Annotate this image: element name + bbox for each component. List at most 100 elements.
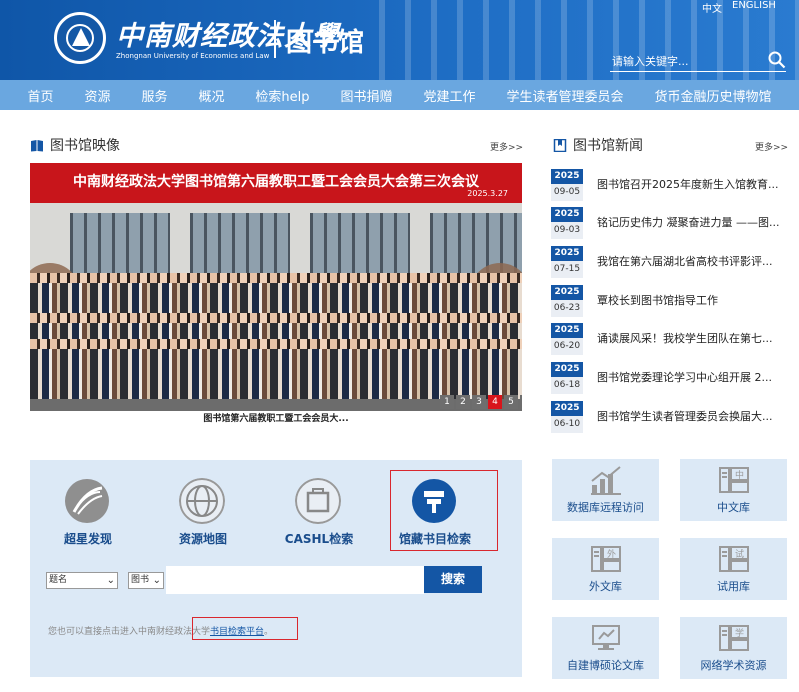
field-select-value: 题名 bbox=[49, 575, 68, 585]
thesis-database-tile[interactable]: 自建博硕论文库 bbox=[552, 617, 659, 679]
resource-map-tool[interactable]: 资源地图 bbox=[157, 478, 249, 548]
site-header: 中南财经政法大學 Zhongnan University of Economic… bbox=[0, 0, 799, 80]
academic-resources-tile[interactable]: 学 网络学术资源 bbox=[680, 617, 787, 679]
slide-caption[interactable]: 图书馆第六届教职工暨工会会员大... bbox=[30, 411, 522, 428]
catalog-search-button[interactable]: 搜索 bbox=[424, 566, 482, 593]
carousel-page-button[interactable]: 5 bbox=[504, 395, 518, 409]
bag-icon bbox=[295, 478, 341, 524]
news-item[interactable]: 2025 09-05 图书馆召开2025年度新生入馆教育... bbox=[551, 169, 791, 205]
tile-label: 外文库 bbox=[589, 580, 622, 593]
image-section-header: 图书馆映像 bbox=[30, 134, 120, 156]
news-date: 09-03 bbox=[551, 222, 583, 239]
news-item[interactable]: 2025 07-15 我馆在第六届湖北省高校书评影评... bbox=[551, 246, 791, 282]
trial-database-tile[interactable]: 试 试用库 bbox=[680, 538, 787, 600]
foreign-database-tile[interactable]: 外 外文库 bbox=[552, 538, 659, 600]
bookmark-icon bbox=[553, 138, 567, 152]
news-date: 06-10 bbox=[551, 416, 583, 433]
university-logo[interactable] bbox=[54, 12, 106, 64]
slide-group-row bbox=[30, 283, 522, 317]
carousel-page-button[interactable]: 6 bbox=[520, 395, 522, 409]
news-more-link[interactable]: 更多>> bbox=[755, 140, 788, 153]
nav-item-home[interactable]: 首页 bbox=[27, 86, 53, 105]
image-section-title: 图书馆映像 bbox=[50, 138, 120, 154]
tool-label: CASHL检索 bbox=[284, 532, 354, 546]
highlight-box bbox=[192, 617, 298, 640]
news-item[interactable]: 2025 06-23 覃校长到图书馆指导工作 bbox=[551, 285, 791, 321]
slide-window bbox=[310, 213, 410, 273]
photo-carousel[interactable]: 中南财经政法大学图书馆第六届教职工暨工会会员大会第三次会议 2025.3.27 … bbox=[30, 163, 522, 428]
catalog-search-input[interactable] bbox=[166, 566, 424, 594]
news-title[interactable]: 诵读展风采！我校学生团队在第七... bbox=[597, 330, 773, 346]
news-section-title: 图书馆新闻 bbox=[573, 138, 643, 154]
library-title[interactable]: 图书馆 bbox=[286, 22, 364, 59]
tile-glyph: 学 bbox=[735, 627, 744, 639]
news-year: 2025 bbox=[551, 246, 583, 261]
slide-group-row bbox=[30, 339, 522, 349]
nav-item-party-building[interactable]: 党建工作 bbox=[423, 86, 475, 105]
chinese-database-tile[interactable]: 中 中文库 bbox=[680, 459, 787, 521]
lang-chinese-link[interactable]: 中文 bbox=[702, 0, 722, 15]
search-icon[interactable] bbox=[768, 51, 786, 69]
news-date: 06-18 bbox=[551, 377, 583, 394]
news-title[interactable]: 覃校长到图书馆指导工作 bbox=[597, 292, 718, 308]
chevron-down-icon: ⌄ bbox=[152, 575, 161, 586]
slide-banner-date: 2025.3.27 bbox=[467, 189, 508, 198]
globe-icon bbox=[179, 478, 225, 524]
news-date: 09-05 bbox=[551, 184, 583, 201]
database-remote-access-tile[interactable]: 数据库远程访问 bbox=[552, 459, 659, 521]
hint-prefix: 您也可以直接点击进入中南财经政法大学 bbox=[48, 627, 211, 637]
news-date: 06-23 bbox=[551, 300, 583, 317]
type-select-value: 图书 bbox=[131, 575, 150, 585]
carousel-page-button[interactable]: 1 bbox=[440, 395, 454, 409]
news-title[interactable]: 图书馆学生读者管理委员会换届大... bbox=[597, 408, 773, 424]
cashl-search-tool[interactable]: CASHL检索 bbox=[273, 478, 365, 548]
type-select[interactable]: 图书 ⌄ bbox=[128, 572, 164, 589]
nav-item-currency-museum[interactable]: 货币金融历史博物馆 bbox=[654, 86, 771, 105]
field-select[interactable]: 题名 ⌄ bbox=[46, 572, 118, 589]
tile-glyph: 试 bbox=[735, 548, 744, 560]
slide-window bbox=[70, 213, 170, 273]
carousel-page-button-active[interactable]: 4 bbox=[488, 395, 502, 409]
main-nav: 首页 资源 服务 概况 检索help 图书捐赠 党建工作 学生读者管理委员会 货… bbox=[0, 80, 799, 110]
chaoxing-discovery-tool[interactable]: 超星发现 bbox=[42, 478, 134, 548]
nav-item-services[interactable]: 服务 bbox=[141, 86, 167, 105]
news-item[interactable]: 2025 06-10 图书馆学生读者管理委员会换届大... bbox=[551, 401, 791, 437]
slide-banner: 中南财经政法大学图书馆第六届教职工暨工会会员大会第三次会议 bbox=[30, 163, 522, 203]
news-item[interactable]: 2025 06-18 图书馆党委理论学习中心组开展 2... bbox=[551, 362, 791, 398]
server-icon: 中 bbox=[719, 467, 749, 493]
nav-item-overview[interactable]: 概况 bbox=[198, 86, 224, 105]
server-icon: 外 bbox=[591, 546, 621, 572]
news-section-header: 图书馆新闻 bbox=[553, 134, 643, 156]
carousel-page-button[interactable]: 2 bbox=[456, 395, 470, 409]
monitor-icon bbox=[592, 625, 620, 650]
lang-english-link[interactable]: ENGLISH bbox=[732, 0, 776, 11]
tile-label: 中文库 bbox=[717, 501, 750, 514]
slide-group-row bbox=[30, 349, 522, 399]
carousel-page-button[interactable]: 3 bbox=[472, 395, 486, 409]
logo-mark bbox=[72, 28, 90, 46]
news-title[interactable]: 图书馆党委理论学习中心组开展 2... bbox=[597, 369, 772, 385]
slide-group-row bbox=[30, 273, 522, 283]
tile-label: 网络学术资源 bbox=[700, 659, 767, 672]
nav-item-student-committee[interactable]: 学生读者管理委员会 bbox=[506, 86, 623, 105]
tool-label: 资源地图 bbox=[178, 532, 227, 546]
book-icon bbox=[31, 139, 43, 151]
news-item[interactable]: 2025 06-20 诵读展风采！我校学生团队在第七... bbox=[551, 323, 791, 359]
nav-item-resources[interactable]: 资源 bbox=[84, 86, 110, 105]
chart-icon bbox=[591, 466, 621, 495]
university-name-en: Zhongnan University of Economics and Law bbox=[116, 52, 270, 60]
nav-item-book-donation[interactable]: 图书捐赠 bbox=[341, 86, 393, 105]
news-item[interactable]: 2025 09-03 铭记历史伟力 凝聚奋进力量 ——图... bbox=[551, 207, 791, 243]
nav-item-search-help[interactable]: 检索help bbox=[255, 86, 309, 105]
tile-glyph: 中 bbox=[735, 469, 744, 481]
image-more-link[interactable]: 更多>> bbox=[490, 140, 523, 153]
news-year: 2025 bbox=[551, 285, 583, 300]
search-input[interactable] bbox=[610, 52, 760, 70]
comet-icon bbox=[65, 479, 109, 523]
tool-label: 超星发现 bbox=[63, 532, 112, 546]
header-divider bbox=[274, 20, 276, 58]
news-title[interactable]: 图书馆召开2025年度新生入馆教育... bbox=[597, 176, 778, 192]
news-title[interactable]: 铭记历史伟力 凝聚奋进力量 ——图... bbox=[597, 214, 779, 230]
news-title[interactable]: 我馆在第六届湖北省高校书评影评... bbox=[597, 253, 773, 269]
news-year: 2025 bbox=[551, 207, 583, 222]
